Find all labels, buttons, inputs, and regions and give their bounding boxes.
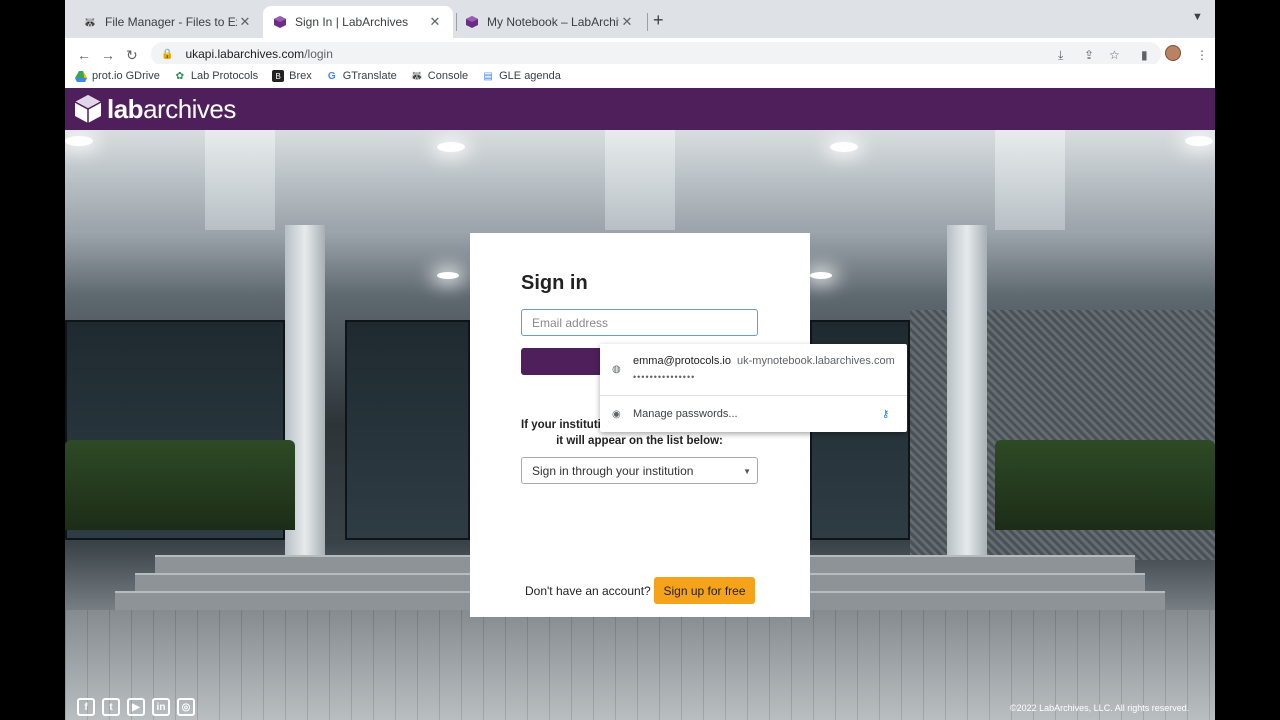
no-account-text: Don't have an account?	[525, 584, 651, 598]
tab-my-notebook[interactable]: My Notebook – LabArchives, Y ✕	[455, 6, 645, 38]
tab-title: Sign In | LabArchives	[295, 15, 409, 29]
labarchives-icon	[273, 15, 287, 29]
bookmark-console[interactable]: 🦝 Console	[410, 70, 469, 82]
tab-separator	[647, 13, 648, 31]
ceiling-light	[830, 142, 858, 152]
autofill-username: emma@protocols.io	[633, 355, 731, 367]
twitter-icon[interactable]: t	[102, 698, 120, 716]
new-tab-icon[interactable]: +	[653, 10, 664, 31]
autofill-password: •••••••••••••••	[633, 372, 696, 382]
bookmark-prot-io-gdrive[interactable]: prot.io GDrive	[75, 70, 160, 82]
back-icon[interactable]: ←	[77, 47, 91, 63]
ceiling-light	[437, 272, 459, 279]
tab-sign-in[interactable]: Sign In | LabArchives ✕	[263, 6, 453, 38]
drive-icon	[75, 70, 87, 82]
tab-title: My Notebook – LabArchives, Y	[487, 15, 619, 29]
bookmark-label: Console	[427, 70, 469, 82]
logo-bold: lab	[107, 93, 144, 124]
institution-select-value: Sign in through your institution	[532, 463, 694, 478]
ceiling-beam	[205, 130, 275, 230]
chrome-icon: ◉	[612, 409, 621, 420]
address-bar[interactable]: 🔒 ukapi.labarchives.com/login	[151, 42, 1161, 66]
site-logo[interactable]: labarchives	[107, 94, 236, 125]
bookmarks-bar: prot.io GDrive ✿ Lab Protocols B Brex G …	[65, 64, 1215, 88]
close-icon[interactable]: ✕	[237, 14, 253, 30]
tab-strip: 🦝 File Manager - Files to Export ✕ Sign …	[65, 0, 1215, 38]
ceiling-beam	[605, 130, 675, 230]
youtube-icon[interactable]: ▶	[127, 698, 145, 716]
doc-icon: ▤	[483, 70, 493, 82]
site-header: labarchives	[65, 88, 1215, 130]
forward-icon[interactable]: →	[101, 47, 115, 63]
ceiling-light	[1185, 136, 1213, 146]
labarchives-icon	[465, 15, 479, 29]
glass-facade	[345, 320, 470, 540]
url-host: ukapi.labarchives.com	[185, 47, 305, 61]
bookmark-lab-protocols[interactable]: ✿ Lab Protocols	[174, 70, 258, 82]
logo-rest: archives	[143, 93, 236, 124]
instagram-icon[interactable]: ◎	[177, 698, 195, 716]
social-links: f t ▶ in ◎	[77, 698, 195, 716]
hedge	[65, 440, 295, 530]
bookmark-label: GLE agenda	[499, 70, 561, 82]
tab-file-manager[interactable]: 🦝 File Manager - Files to Export ✕	[73, 6, 263, 38]
chevron-down-icon: ▼	[743, 467, 751, 476]
avatar[interactable]	[1165, 45, 1181, 61]
linkedin-icon[interactable]: in	[152, 698, 170, 716]
institution-hint-line2: it will appear on the list below:	[556, 435, 723, 447]
key-icon: ⚷	[882, 409, 890, 420]
kebab-menu-icon[interactable]: ⋮	[1196, 48, 1208, 62]
signin-title: Sign in	[521, 272, 588, 294]
bookmark-label: Brex	[289, 70, 312, 82]
labarchives-logo-icon	[74, 95, 102, 123]
raccoon-icon: 🦝	[410, 70, 423, 82]
protocols-icon: ✿	[175, 70, 185, 82]
tab-title: File Manager - Files to Export	[105, 15, 237, 29]
institution-select[interactable]: Sign in through your institution ▼	[521, 457, 758, 484]
bookmark-gtranslate[interactable]: G GTranslate	[326, 70, 397, 82]
ceiling-light	[810, 272, 832, 279]
bookmark-label: GTranslate	[342, 70, 397, 82]
autofill-dropdown: ◍ emma@protocols.io uk-mynotebook.labarc…	[600, 344, 907, 432]
install-icon[interactable]: ⤓	[1058, 48, 1063, 63]
url-path: /login	[304, 47, 333, 61]
share-icon[interactable]: ⇪	[1084, 48, 1094, 62]
raccoon-icon: 🦝	[83, 16, 97, 29]
brex-icon: B	[272, 70, 285, 82]
reload-icon[interactable]: ↻	[126, 47, 138, 64]
bookmark-label: prot.io GDrive	[92, 70, 160, 82]
ceiling-beam	[995, 130, 1065, 230]
side-panel-icon[interactable]: ▮	[1141, 48, 1148, 62]
chevron-down-icon[interactable]: ▼	[1192, 11, 1203, 23]
autofill-suggestion[interactable]: ◍ emma@protocols.io uk-mynotebook.labarc…	[600, 344, 907, 396]
google-icon: G	[327, 70, 336, 82]
lock-icon: 🔒	[161, 48, 174, 60]
bookmark-label: Lab Protocols	[190, 70, 259, 82]
ceiling-light	[65, 136, 93, 146]
close-icon[interactable]: ✕	[427, 14, 443, 30]
pillar	[947, 225, 987, 555]
star-icon[interactable]: ☆	[1109, 48, 1120, 62]
globe-icon: ◍	[612, 364, 621, 375]
sign-up-button[interactable]: Sign up for free	[654, 577, 755, 604]
hedge	[995, 440, 1215, 530]
bookmark-gle-agenda[interactable]: ▤ GLE agenda	[482, 70, 561, 82]
email-field[interactable]	[521, 309, 758, 336]
ceiling-light	[437, 142, 465, 152]
copyright: ©2022 LabArchives, LLC. All rights reser…	[1010, 703, 1190, 713]
bookmark-brex[interactable]: B Brex	[272, 70, 312, 82]
facebook-icon[interactable]: f	[77, 698, 95, 716]
close-icon[interactable]: ✕	[619, 14, 635, 30]
browser-window: 🦝 File Manager - Files to Export ✕ Sign …	[65, 0, 1215, 720]
manage-passwords-link[interactable]: Manage passwords...	[633, 408, 738, 420]
autofill-site: uk-mynotebook.labarchives.com	[737, 355, 895, 367]
